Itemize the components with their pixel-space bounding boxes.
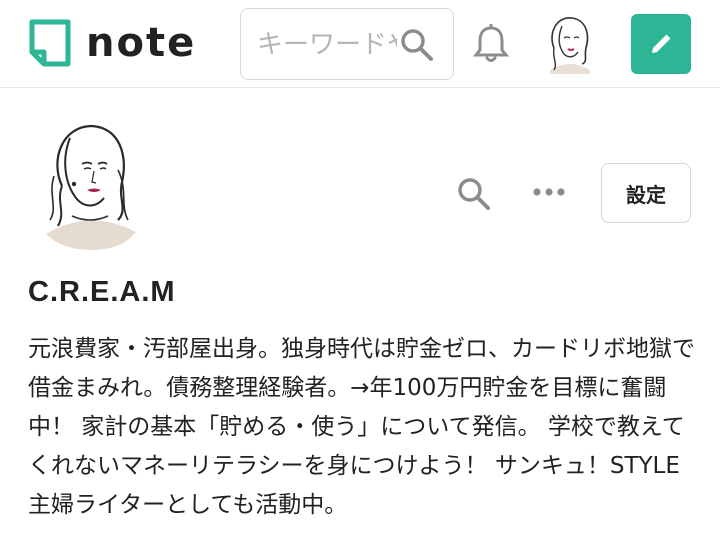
settings-button[interactable]: 設定 [601,163,691,223]
profile-bio: 元浪費家・汚部屋出身。独身時代は貯金ゼロ、カードリボ地獄で借金まみれ。債務整理経… [28,336,695,518]
top-header: note [0,0,720,88]
logo-text: note [86,20,197,66]
write-post-button[interactable] [631,14,691,74]
search-icon[interactable] [399,27,435,63]
bell-icon[interactable] [472,24,510,64]
header-avatar[interactable] [540,12,600,76]
search-box[interactable] [240,8,454,80]
more-dots-icon[interactable] [532,186,566,198]
profile-search-icon[interactable] [456,176,492,212]
profile-name: C.R.E.A.M [28,276,176,308]
pencil-icon [652,34,671,53]
note-logo-icon [29,19,71,67]
profile-avatar [32,120,150,250]
note-logo[interactable]: note [28,18,196,68]
search-input[interactable] [257,27,397,63]
